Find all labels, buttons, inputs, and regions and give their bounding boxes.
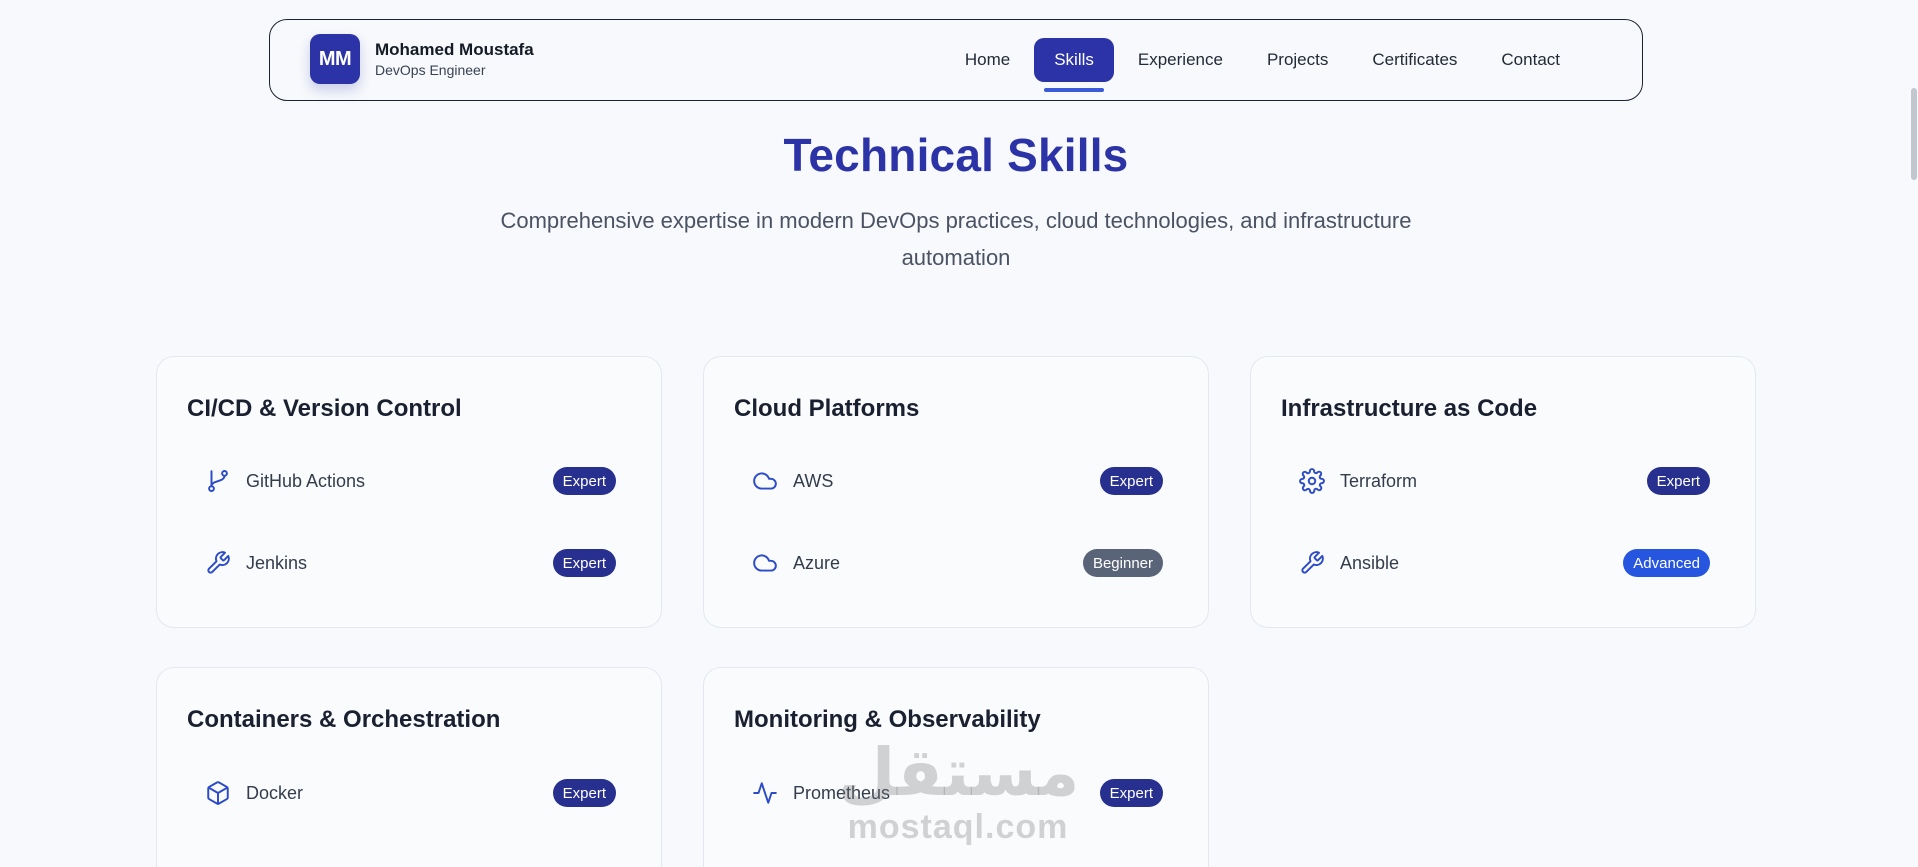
brand[interactable]: MM Mohamed Moustafa DevOps Engineer — [310, 34, 534, 84]
skill-row-ansible: Ansible Advanced — [1298, 545, 1710, 581]
card-title: Containers & Orchestration — [187, 706, 501, 733]
nav-projects[interactable]: Projects — [1245, 38, 1350, 82]
level-badge: Beginner — [1082, 549, 1163, 577]
card-title: Infrastructure as Code — [1281, 395, 1538, 422]
section-title: Technical Skills — [783, 129, 1129, 181]
skill-name: Ansible — [1340, 552, 1400, 573]
box-icon — [204, 779, 232, 807]
nav-experience[interactable]: Experience — [1116, 38, 1245, 82]
skill-row-jenkins: Jenkins Expert — [204, 545, 616, 581]
level-badge: Expert — [1099, 467, 1163, 495]
skill-name: Docker — [246, 782, 304, 803]
level-badge: Advanced — [1623, 549, 1710, 577]
skill-card-monitoring: Monitoring & Observability — [703, 667, 1209, 867]
skill-row-azure: Azure Beginner — [751, 545, 1163, 581]
cloud-icon — [751, 549, 779, 577]
level-badge: Expert — [1099, 779, 1163, 807]
card-title: Monitoring & Observability — [734, 706, 1041, 733]
nav-certificates[interactable]: Certificates — [1350, 38, 1479, 82]
skill-row-terraform: Terraform Expert — [1298, 463, 1710, 499]
page-scrollbar[interactable] — [1906, 0, 1918, 867]
nav-skills[interactable]: Skills — [1034, 38, 1114, 92]
skill-row-docker: Docker Expert — [204, 775, 616, 811]
scrollbar-thumb[interactable] — [1911, 88, 1917, 180]
brand-text: Mohamed Moustafa DevOps Engineer — [375, 40, 534, 79]
nav-contact[interactable]: Contact — [1479, 38, 1582, 82]
card-title: CI/CD & Version Control — [187, 395, 462, 422]
skill-name: Prometheus — [793, 782, 891, 803]
skill-row-prometheus: Prometheus Expert — [751, 775, 1163, 811]
level-badge: Expert — [552, 467, 616, 495]
navbar: MM Mohamed Moustafa DevOps Engineer Home… — [269, 19, 1643, 101]
git-branch-icon — [204, 467, 232, 495]
skill-name: Terraform — [1340, 470, 1418, 491]
skill-name: Jenkins — [246, 552, 308, 573]
card-title: Cloud Platforms — [734, 395, 920, 422]
level-badge: Expert — [552, 779, 616, 807]
brand-name: Mohamed Moustafa — [375, 39, 534, 59]
level-badge: Expert — [552, 549, 616, 577]
wrench-icon — [204, 549, 232, 577]
cloud-icon — [751, 467, 779, 495]
skill-name: Azure — [793, 552, 841, 573]
skill-row-github-actions: GitHub Actions Expert — [204, 463, 616, 499]
nav-home[interactable]: Home — [943, 38, 1032, 82]
skill-name: AWS — [793, 470, 834, 491]
skill-name: GitHub Actions — [246, 470, 366, 491]
skill-card-containers: Containers & Orchestration — [156, 667, 662, 867]
nav-links: Home Skills Experience Projects Certific… — [943, 38, 1582, 92]
activity-icon — [751, 779, 779, 807]
wrench-icon — [1298, 549, 1326, 577]
brand-logo[interactable]: MM — [310, 34, 360, 84]
section-subtitle: Comprehensive expertise in modern DevOps… — [500, 208, 1412, 270]
gear-icon — [1298, 467, 1326, 495]
level-badge: Expert — [1646, 467, 1710, 495]
skill-row-aws: AWS Expert — [751, 463, 1163, 499]
brand-role: DevOps Engineer — [375, 61, 486, 78]
